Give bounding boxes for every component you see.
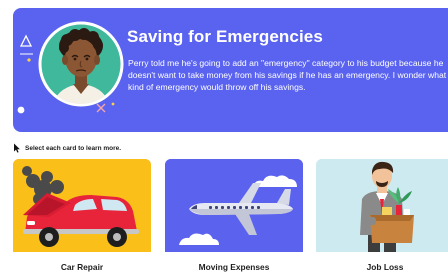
card-car-repair-label[interactable]: Car Repair: [13, 262, 151, 272]
instruction-row: Select each card to learn more.: [13, 143, 121, 153]
card-car-repair[interactable]: [13, 159, 151, 272]
lesson-body-text: Perry told me he's going to add an "emer…: [128, 58, 447, 92]
job-loss-illustration: [316, 159, 448, 252]
lesson-hero-banner: Saving for Emergencies Perry told me he'…: [13, 8, 448, 132]
card-job-loss-label[interactable]: Job Loss: [316, 262, 448, 272]
perry-avatar: [38, 21, 124, 107]
lesson-title: Saving for Emergencies: [127, 27, 323, 46]
instruction-text: Select each card to learn more.: [25, 144, 122, 152]
airplane-illustration: [165, 159, 303, 252]
car-repair-illustration: [13, 159, 151, 252]
card-moving-expenses[interactable]: [165, 159, 303, 272]
cursor-pointer-icon: [14, 143, 20, 153]
card-job-loss[interactable]: [316, 159, 448, 272]
card-moving-expenses-label[interactable]: Moving Expenses: [165, 262, 303, 272]
